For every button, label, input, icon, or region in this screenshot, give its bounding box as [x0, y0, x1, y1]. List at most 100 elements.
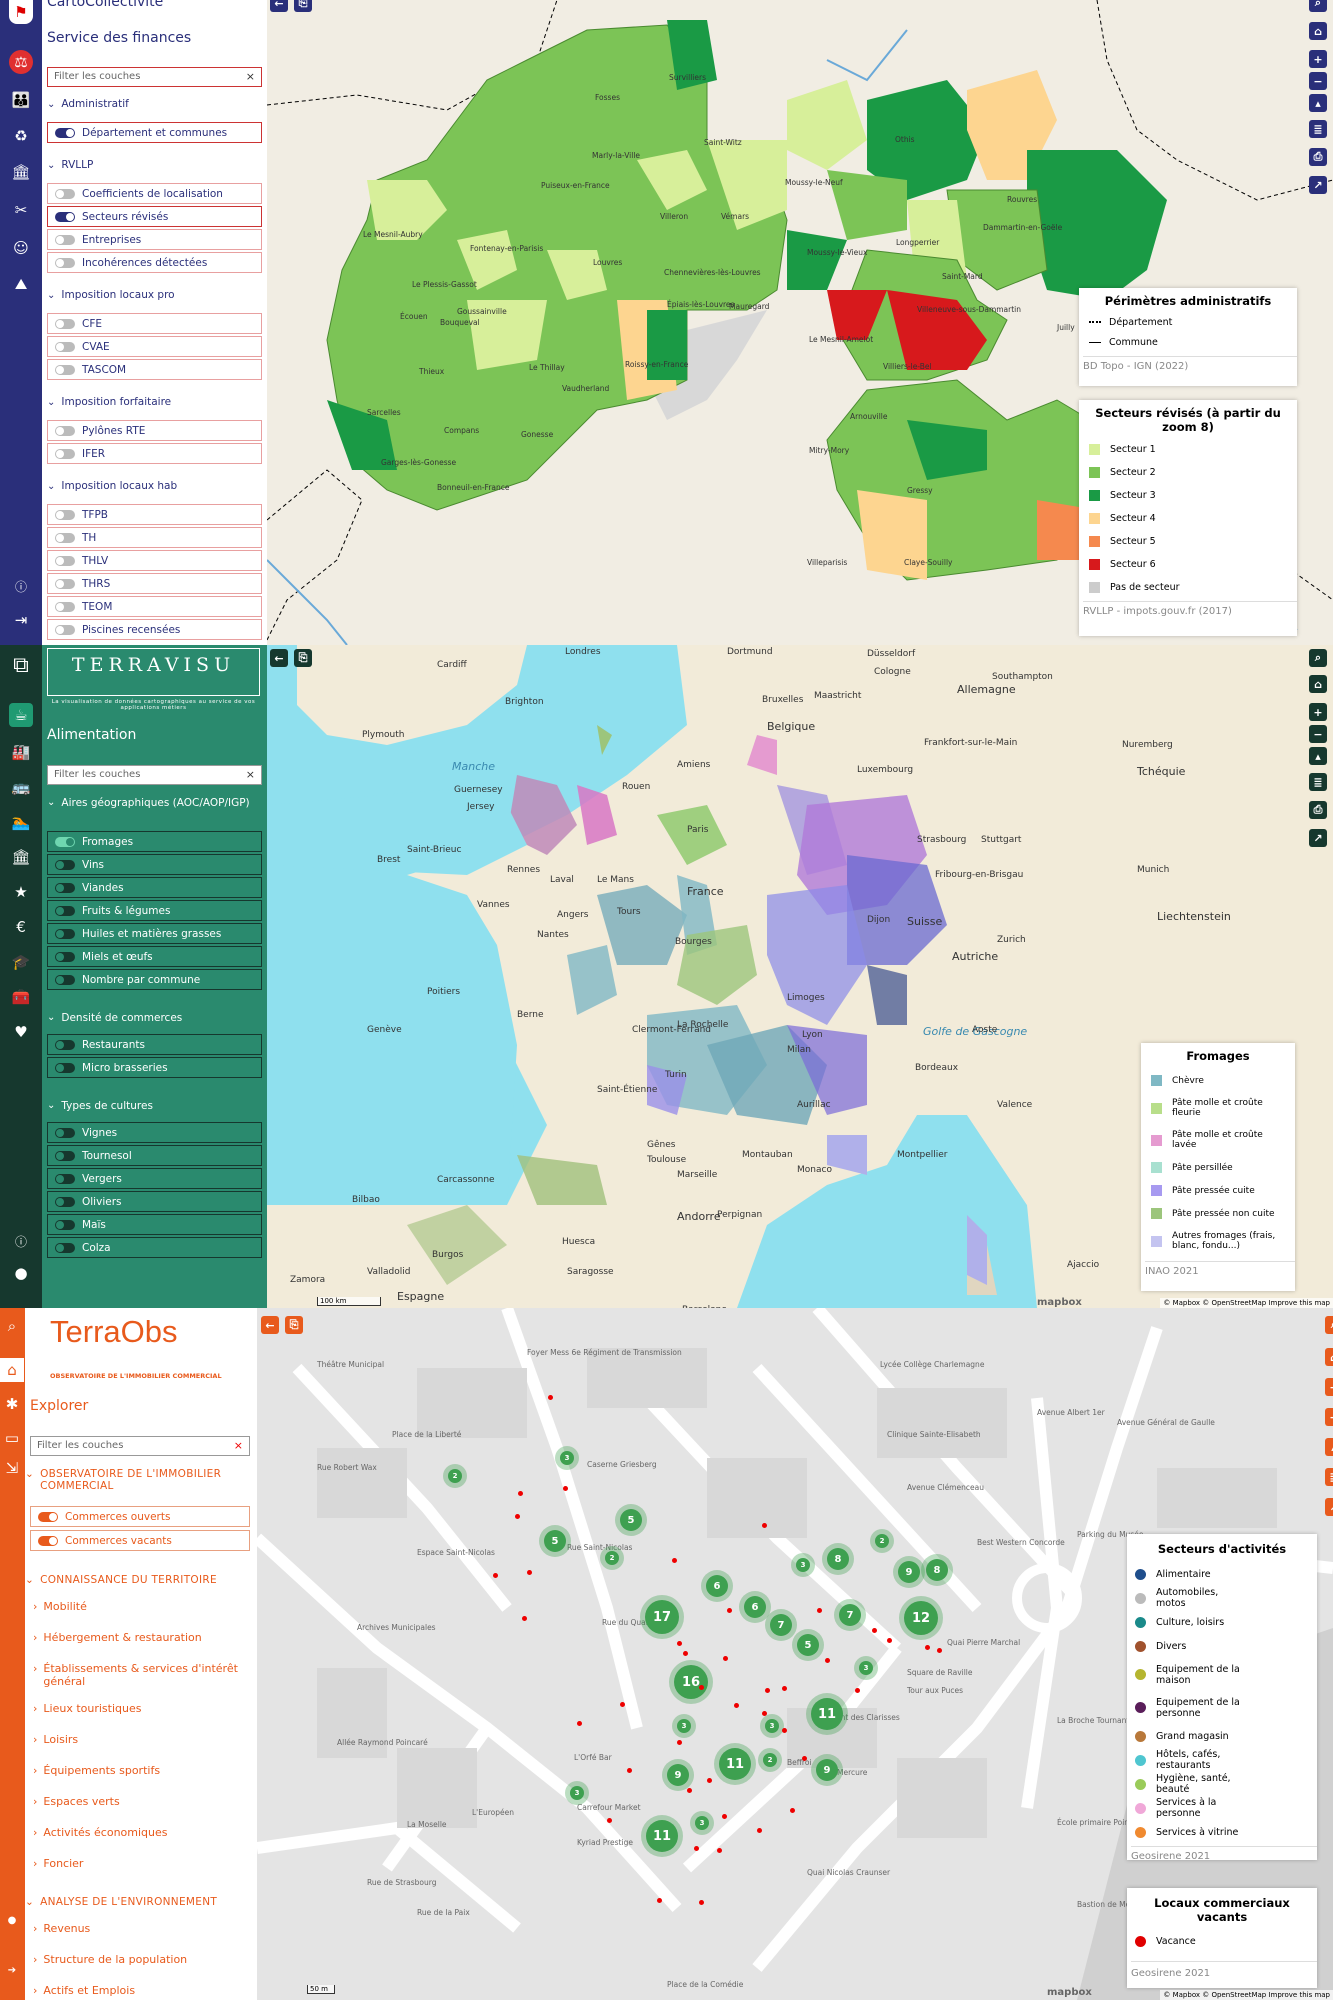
poi-cluster[interactable]: 9 [667, 1764, 689, 1786]
toggle-switch[interactable] [55, 837, 75, 847]
vacancy-marker[interactable] [757, 1828, 762, 1833]
toggle-switch[interactable] [55, 319, 75, 329]
toggle-switch[interactable] [55, 128, 75, 138]
poi-cluster[interactable]: 11 [719, 1748, 751, 1780]
balance-icon[interactable]: ⚖ [9, 50, 33, 74]
attribution[interactable]: © Mapbox © OpenStreetMap Improve this ma… [1160, 1990, 1333, 2000]
vacancy-marker[interactable] [782, 1686, 787, 1691]
vacancy-marker[interactable] [825, 1658, 830, 1663]
poi-cluster[interactable]: 2 [605, 1551, 619, 1565]
toggle-switch[interactable] [55, 212, 75, 222]
share-button[interactable]: ↗ [1309, 176, 1327, 194]
star-icon[interactable]: ★ [9, 880, 33, 904]
toggle-switch[interactable] [55, 929, 75, 939]
layer-toggle-row[interactable]: TEOM [47, 596, 262, 617]
search-icon[interactable]: ⌕ [0, 1314, 24, 1338]
toggle-switch[interactable] [55, 556, 75, 566]
toggle-switch[interactable] [55, 625, 75, 635]
poi-cluster[interactable]: 11 [811, 1698, 843, 1730]
layer-toggle-row[interactable]: IFER [47, 443, 262, 464]
layer-toggle-row[interactable]: TH [47, 527, 262, 548]
subcategory-item[interactable]: › Structure de la population [33, 1953, 248, 1966]
layer-toggle-row[interactable]: Vergers [47, 1168, 262, 1189]
poi-cluster[interactable]: 9 [898, 1561, 920, 1583]
vacancy-marker[interactable] [515, 1514, 520, 1519]
login-icon[interactable]: ➔ [0, 1958, 24, 1982]
clear-icon[interactable]: × [246, 766, 255, 784]
zoom-out-button[interactable]: − [1309, 72, 1327, 90]
settings-icon[interactable]: ✱ [0, 1392, 24, 1416]
subcategory-item[interactable]: › Lieux touristiques [33, 1702, 248, 1715]
vacancy-marker[interactable] [657, 1898, 662, 1903]
poi-cluster[interactable]: 2 [875, 1534, 889, 1548]
vacancy-marker[interactable] [734, 1703, 739, 1708]
print-button[interactable]: ⎙ [1309, 148, 1327, 166]
layer-group[interactable]: ⌄ Imposition forfaitaire [47, 396, 171, 408]
layer-toggle-row[interactable]: Coefficients de localisation [47, 183, 262, 204]
layer-group[interactable]: ⌄ Aires géographiques (AOC/AOP/IGP) [47, 797, 257, 809]
family-icon[interactable]: 👪 [9, 88, 33, 112]
home-button[interactable]: ⌂ [1325, 1348, 1333, 1366]
vacancy-marker[interactable] [699, 1685, 704, 1690]
vacancy-marker[interactable] [548, 1395, 553, 1400]
toggle-switch[interactable] [55, 1063, 75, 1073]
layer-toggle-row[interactable]: CVAE [47, 336, 262, 357]
layer-toggle-row[interactable]: Vins [47, 854, 262, 875]
toggle-switch[interactable] [55, 342, 75, 352]
toggle-switch[interactable] [55, 449, 75, 459]
vacancy-marker[interactable] [887, 1638, 892, 1643]
heart-icon[interactable]: ♥ [9, 1020, 33, 1044]
vacancy-marker[interactable] [620, 1702, 625, 1707]
poi-cluster[interactable]: 3 [677, 1719, 691, 1733]
layer-toggle-row[interactable]: Commerces vacants [30, 1530, 250, 1551]
layer-toggle-row[interactable]: Miels et œufs [47, 946, 262, 967]
subcategory-item[interactable]: › Établissements & services d'intérêt gén… [33, 1662, 248, 1688]
graduation-icon[interactable]: 🎓 [9, 950, 33, 974]
zoom-in-button[interactable]: + [1309, 703, 1327, 721]
vacancy-marker[interactable] [563, 1486, 568, 1491]
vacancy-marker[interactable] [699, 1900, 704, 1905]
layer-group[interactable]: ⌄ RVLLP [47, 159, 93, 171]
vacancy-marker[interactable] [782, 1728, 787, 1733]
home-button[interactable]: ⌂ [1309, 22, 1327, 40]
zoom-in-button[interactable]: + [1309, 50, 1327, 68]
vacancy-marker[interactable] [765, 1688, 770, 1693]
toggle-switch[interactable] [55, 952, 75, 962]
institution-icon[interactable]: 🏛 [9, 160, 33, 184]
subcategory-item[interactable]: › Activités économiques [33, 1826, 248, 1839]
poi-cluster[interactable]: 3 [570, 1786, 584, 1800]
toggle-switch[interactable] [55, 906, 75, 916]
poi-cluster[interactable]: 6 [706, 1575, 728, 1597]
vacancy-marker[interactable] [527, 1570, 532, 1575]
recycle-icon[interactable]: ♻ [9, 124, 33, 148]
section-header[interactable]: ⌄ ANALYSE DE L'ENVIRONNEMENT [25, 1896, 250, 1908]
share-button[interactable]: ↗ [1309, 829, 1327, 847]
toggle-switch[interactable] [55, 258, 75, 268]
subcategory-item[interactable]: › Foncier [33, 1857, 248, 1870]
vacancy-marker[interactable] [677, 1641, 682, 1646]
layer-toggle-row[interactable]: TFPB [47, 504, 262, 525]
vacancy-marker[interactable] [790, 1808, 795, 1813]
login-icon[interactable]: ● [9, 1261, 33, 1285]
layer-group[interactable]: ⌄ Imposition locaux pro [47, 289, 175, 301]
p1-map[interactable]: Fosses Survilliers Marly-la-Ville Saint-Wit… [267, 0, 1333, 645]
food-icon[interactable]: ☕ [9, 703, 33, 727]
attribution[interactable]: © Mapbox © OpenStreetMap Improve this ma… [1160, 1298, 1333, 1308]
institution-icon[interactable]: 🏛 [9, 845, 33, 869]
poi-cluster[interactable]: 5 [797, 1634, 819, 1656]
toggle-switch[interactable] [55, 1220, 75, 1230]
layer-toggle-row[interactable]: Pylônes RTE [47, 420, 262, 441]
landscape-icon[interactable]: ⛰ [9, 272, 33, 296]
vacancy-marker[interactable] [937, 1648, 942, 1653]
bus-icon[interactable]: 🚌 [9, 775, 33, 799]
layer-toggle-row[interactable]: Vignes [47, 1122, 262, 1143]
toggle-switch[interactable] [55, 426, 75, 436]
toggle-switch[interactable] [38, 1512, 58, 1522]
layers-button[interactable]: ≣ [1325, 1468, 1333, 1486]
poi-cluster[interactable]: 3 [560, 1451, 574, 1465]
poi-cluster[interactable]: 8 [827, 1548, 849, 1570]
clear-icon[interactable]: × [234, 1437, 243, 1455]
toggle-switch[interactable] [55, 1040, 75, 1050]
euro-icon[interactable]: € [9, 915, 33, 939]
layer-toggle-row[interactable]: Fromages [47, 831, 262, 852]
